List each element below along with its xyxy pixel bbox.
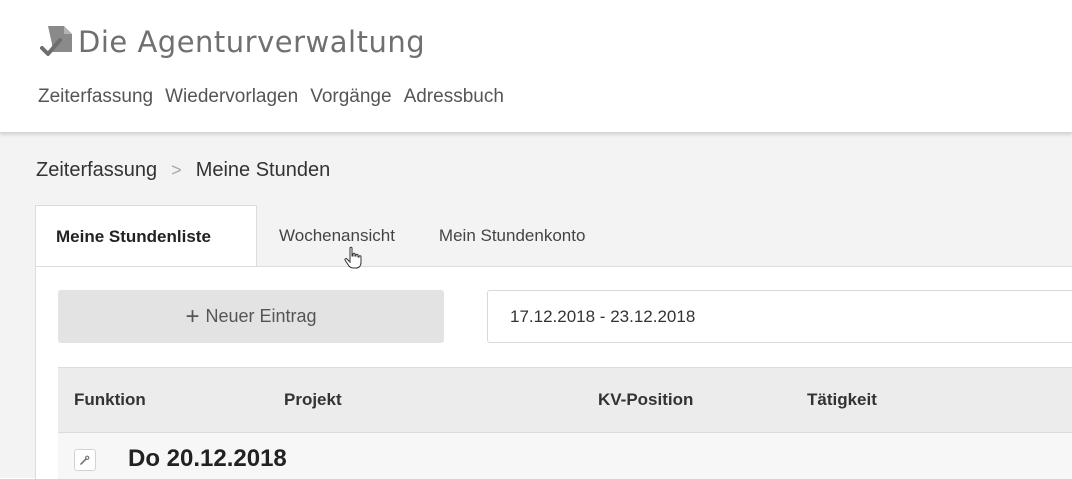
column-header-funktion[interactable]: Funktion — [74, 368, 146, 432]
tab-panel: + Neuer Eintrag 17.12.2018 - 23.12.2018 … — [35, 266, 1072, 479]
column-header-kv-position[interactable]: KV-Position — [598, 368, 693, 432]
logo-icon — [40, 26, 72, 56]
date-range-value: 17.12.2018 - 23.12.2018 — [510, 306, 696, 326]
group-date-label: Do 20.12.2018 — [128, 445, 287, 472]
nav-item-zeiterfassung[interactable]: Zeiterfassung — [38, 86, 153, 108]
app-title-first: Die — [78, 25, 128, 59]
app-title-rest: Agenturverwaltung — [137, 25, 426, 59]
nav-item-vorgaenge[interactable]: Vorgänge — [310, 86, 391, 108]
app-title: Die Agenturverwaltung — [78, 25, 425, 59]
app-logo[interactable]: Die Agenturverwaltung — [38, 20, 425, 64]
table-header: Funktion Projekt KV-Position Tätigkeit — [58, 367, 1072, 433]
hand-cursor-icon — [344, 246, 362, 269]
main-navigation: Zeiterfassung Wiedervorlagen Vorgänge Ad… — [38, 86, 516, 108]
plus-icon: + — [185, 302, 200, 330]
date-range-field[interactable]: 17.12.2018 - 23.12.2018 — [487, 290, 1072, 343]
breadcrumb-parent[interactable]: Zeiterfassung — [36, 159, 157, 182]
tab-wochenansicht[interactable]: Wochenansicht — [257, 205, 417, 267]
tab-bar: Meine Stundenliste Wochenansicht Mein St… — [35, 205, 607, 267]
breadcrumb: Zeiterfassung > Meine Stunden — [36, 159, 330, 182]
wrench-icon[interactable] — [74, 449, 96, 471]
column-header-taetigkeit[interactable]: Tätigkeit — [807, 368, 877, 432]
new-entry-label: Neuer Eintrag — [205, 306, 317, 326]
app-header: Die Agenturverwaltung Zeiterfassung Wied… — [0, 0, 1072, 133]
table-group-row: Do 20.12.2018 — [58, 433, 1072, 479]
tab-meine-stundenliste[interactable]: Meine Stundenliste — [35, 205, 257, 267]
nav-item-adressbuch[interactable]: Adressbuch — [404, 86, 504, 108]
new-entry-button[interactable]: + Neuer Eintrag — [58, 290, 444, 343]
column-header-projekt[interactable]: Projekt — [284, 368, 342, 432]
tab-mein-stundenkonto[interactable]: Mein Stundenkonto — [417, 205, 608, 267]
breadcrumb-current: Meine Stunden — [195, 159, 331, 181]
breadcrumb-separator-icon: > — [171, 160, 182, 180]
nav-item-wiedervorlagen[interactable]: Wiedervorlagen — [165, 86, 298, 108]
